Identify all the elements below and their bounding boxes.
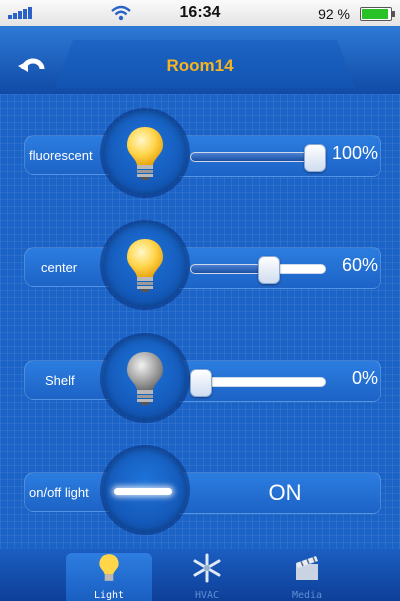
- snowflake-icon: [193, 553, 221, 583]
- tab-label: Media: [291, 590, 323, 601]
- switch-indicator: [114, 488, 172, 495]
- brightness-value: 0%: [351, 368, 378, 388]
- control-row-shelf: Shelf 0%: [0, 334, 400, 424]
- bulb-off-icon: [127, 352, 163, 405]
- slider-thumb[interactable]: [190, 369, 212, 397]
- back-arrow-icon: [18, 58, 45, 72]
- bulb-button[interactable]: [103, 111, 187, 195]
- brightness-value: 60%: [341, 255, 378, 275]
- control-row-center: center 60%: [0, 221, 400, 311]
- header: Room14: [0, 26, 400, 94]
- battery-percentage: 92 %: [318, 6, 350, 22]
- battery-icon: [360, 7, 395, 21]
- clapper-icon: [296, 556, 318, 580]
- back-button[interactable]: [10, 52, 56, 82]
- bulb-lit-icon: [127, 127, 163, 180]
- control-row-fluorescent: fluorescent 100%: [0, 109, 400, 199]
- tab-hvac[interactable]: HVAC: [164, 553, 250, 601]
- brightness-value: 100%: [331, 143, 378, 163]
- tab-label: HVAC: [194, 590, 220, 601]
- control-row-switch: on/off light ON: [0, 446, 400, 536]
- tab-media[interactable]: Media: [264, 553, 350, 601]
- bulb-icon: [99, 554, 119, 581]
- status-bar: 16:34 92 %: [0, 0, 400, 26]
- control-panel: fluorescent 100% center 60% Shelf 0% on/…: [0, 94, 400, 549]
- tab-light[interactable]: Light: [66, 553, 152, 601]
- bulb-button[interactable]: [103, 336, 187, 420]
- bulb-button[interactable]: [103, 223, 187, 307]
- tab-bar: Light HVAC Media: [0, 549, 400, 601]
- slider-thumb[interactable]: [258, 256, 281, 284]
- page-title: Room14: [166, 56, 234, 75]
- switch-state[interactable]: ON: [190, 480, 380, 506]
- tab-label: Light: [93, 590, 125, 601]
- bulb-lit-icon: [127, 239, 163, 292]
- slider-thumb[interactable]: [304, 144, 326, 172]
